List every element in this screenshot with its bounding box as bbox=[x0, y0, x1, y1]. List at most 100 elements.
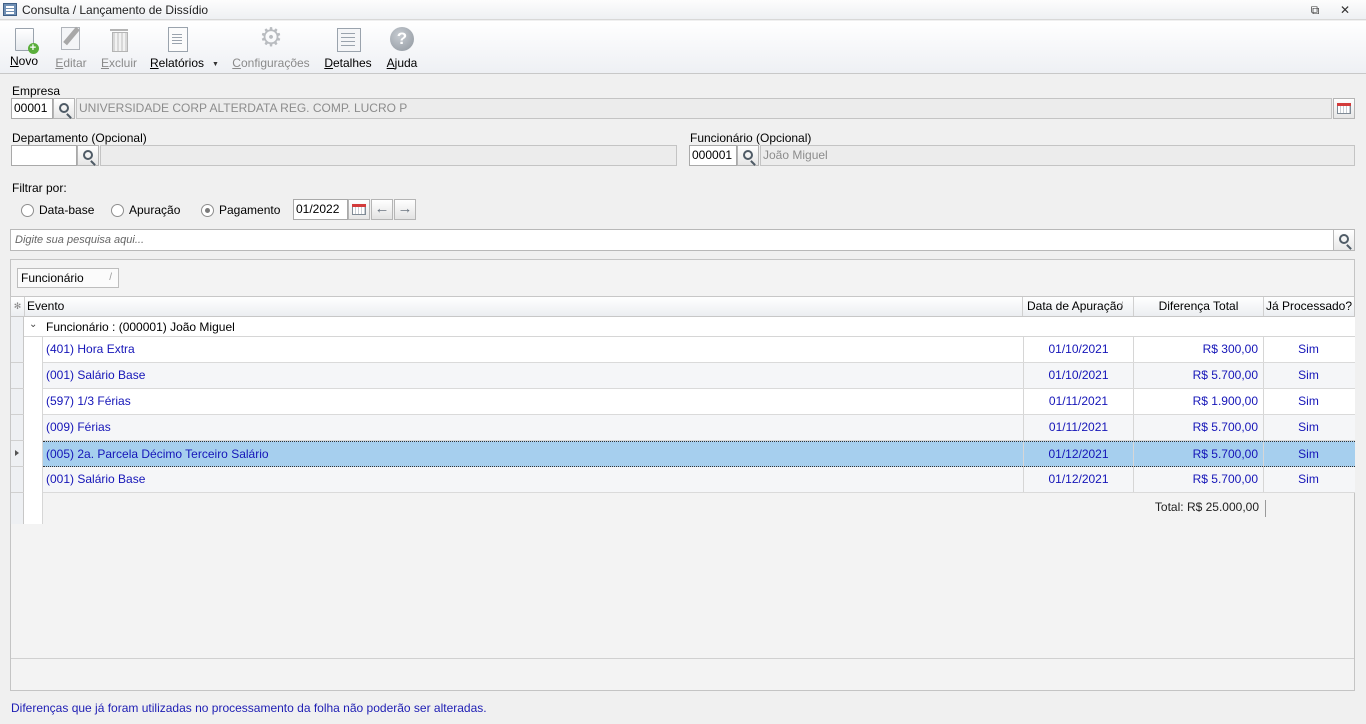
excluir-label: Excluir bbox=[100, 56, 138, 70]
row-indicator[interactable] bbox=[11, 415, 25, 441]
next-period-button[interactable]: → bbox=[394, 199, 416, 220]
radio-circle[interactable] bbox=[21, 204, 34, 217]
gear-icon bbox=[258, 23, 284, 53]
radio-circle[interactable] bbox=[111, 204, 124, 217]
configuracoes-button[interactable]: Configurações bbox=[230, 23, 312, 71]
radio-circle[interactable] bbox=[201, 204, 214, 217]
search-icon bbox=[1339, 234, 1349, 244]
cell-evento: (001) Salário Base bbox=[46, 368, 146, 382]
row-indicator-selected[interactable] bbox=[11, 441, 25, 467]
table-row[interactable]: (009) Férias 01/11/2021 R$ 5.700,00 Sim bbox=[43, 415, 1355, 441]
cell-data: 01/12/2021 bbox=[1023, 467, 1133, 492]
ajuda-label: Ajuda bbox=[386, 56, 418, 70]
empresa-name-field: UNIVERSIDADE CORP ALTERDATA REG. COMP. L… bbox=[76, 98, 1332, 119]
panel-divider bbox=[11, 658, 1354, 659]
cell-diferenca: R$ 5.700,00 bbox=[1133, 415, 1263, 440]
empresa-code-input[interactable]: 00001 bbox=[11, 98, 53, 119]
calendar-button[interactable] bbox=[348, 199, 370, 220]
chevron-down-icon[interactable]: ⌄ bbox=[29, 319, 37, 330]
window-title: Consulta / Lançamento de Dissídio bbox=[22, 3, 209, 17]
window-browse-icon bbox=[1337, 103, 1351, 114]
calendar-icon bbox=[352, 204, 366, 215]
cell-data: 01/10/2021 bbox=[1023, 337, 1133, 362]
grid-footer: Total: R$ 25.000,00 bbox=[43, 493, 1355, 521]
table-row[interactable]: (597) 1/3 Férias 01/11/2021 R$ 1.900,00 … bbox=[43, 389, 1355, 415]
grid-indicator-header[interactable]: ✻ bbox=[11, 297, 25, 316]
title-bar: Consulta / Lançamento de Dissídio ⧉ ✕ bbox=[0, 0, 1366, 20]
cell-diferenca: R$ 1.900,00 bbox=[1133, 389, 1263, 414]
cell-processado: Sim bbox=[1263, 467, 1353, 492]
cell-evento: (597) 1/3 Férias bbox=[46, 394, 131, 408]
column-ja-processado[interactable]: Já Processado? bbox=[1264, 297, 1354, 316]
column-data-apuracao-label: Data de Apuração bbox=[1027, 299, 1124, 313]
close-window-icon[interactable]: ✕ bbox=[1336, 2, 1354, 18]
cell-data: 01/11/2021 bbox=[1023, 415, 1133, 440]
row-indicator[interactable] bbox=[11, 389, 25, 415]
row-indicator[interactable] bbox=[11, 337, 25, 363]
cell-data: 01/10/2021 bbox=[1023, 363, 1133, 388]
search-icon bbox=[743, 150, 753, 160]
detalhes-label: Detalhes bbox=[324, 56, 372, 70]
novo-button[interactable]: Novo bbox=[6, 25, 42, 71]
cell-processado: Sim bbox=[1263, 442, 1353, 467]
empresa-browse-button[interactable] bbox=[1333, 98, 1355, 119]
excluir-button[interactable]: Excluir bbox=[99, 25, 139, 71]
cell-processado: Sim bbox=[1263, 363, 1353, 388]
funcionario-code-input[interactable]: 000001 bbox=[689, 145, 737, 166]
previous-period-button[interactable]: ← bbox=[371, 199, 393, 220]
funcionario-search-button[interactable] bbox=[737, 145, 759, 166]
column-data-apuracao[interactable]: Data de Apuração / bbox=[1024, 297, 1134, 316]
relatorios-label: Relatórios bbox=[149, 56, 205, 70]
row-indicator[interactable] bbox=[11, 363, 25, 389]
editar-button[interactable]: Editar bbox=[51, 25, 91, 71]
novo-label: Novo bbox=[9, 54, 39, 68]
restore-window-icon[interactable]: ⧉ bbox=[1306, 2, 1324, 18]
search-placeholder: Digite sua pesquisa aqui... bbox=[15, 234, 145, 246]
detalhes-button[interactable]: Detalhes bbox=[323, 25, 373, 71]
report-icon bbox=[164, 25, 190, 53]
table-row[interactable]: (001) Salário Base 01/10/2021 R$ 5.700,0… bbox=[43, 363, 1355, 389]
empresa-search-button[interactable] bbox=[53, 98, 75, 119]
period-input[interactable]: 01/2022 bbox=[293, 199, 348, 220]
cell-diferenca: R$ 5.700,00 bbox=[1133, 442, 1263, 467]
table-row-selected[interactable]: (005) 2a. Parcela Décimo Terceiro Salári… bbox=[43, 441, 1355, 467]
cell-processado: Sim bbox=[1263, 337, 1353, 362]
radio-pagamento-label: Pagamento bbox=[219, 203, 281, 217]
arrow-right-icon: → bbox=[397, 200, 413, 217]
cell-diferenca: R$ 5.700,00 bbox=[1133, 467, 1263, 492]
toolbar: Novo Editar Excluir Relatórios ▼ Configu… bbox=[0, 21, 1366, 74]
group-by-chip[interactable]: Funcionário / bbox=[17, 268, 119, 288]
group-row[interactable]: ⌄ Funcionário : (000001) João Miguel bbox=[24, 317, 1355, 337]
grid-search-button[interactable] bbox=[1333, 230, 1354, 250]
cell-data: 01/12/2021 bbox=[1023, 442, 1133, 467]
cell-evento: (005) 2a. Parcela Décimo Terceiro Salári… bbox=[46, 447, 269, 461]
arrow-left-icon: ← bbox=[374, 200, 390, 217]
new-document-icon bbox=[14, 28, 39, 54]
column-evento[interactable]: Evento bbox=[25, 297, 1023, 316]
cell-evento: (009) Férias bbox=[46, 420, 111, 434]
table-row[interactable]: (401) Hora Extra 01/10/2021 R$ 300,00 Si… bbox=[43, 337, 1355, 363]
departamento-code-input[interactable] bbox=[11, 145, 77, 166]
total-summary: Total: R$ 25.000,00 bbox=[1155, 500, 1266, 517]
cell-evento: (401) Hora Extra bbox=[46, 342, 135, 356]
funcionario-name-field: João Miguel bbox=[760, 145, 1355, 166]
departamento-label: Departamento (Opcional) bbox=[12, 131, 147, 145]
ajuda-button[interactable]: Ajuda bbox=[384, 25, 420, 71]
relatorios-button[interactable]: Relatórios bbox=[148, 25, 206, 71]
cell-processado: Sim bbox=[1263, 415, 1353, 440]
table-row[interactable]: (001) Salário Base 01/12/2021 R$ 5.700,0… bbox=[43, 467, 1355, 493]
grid-search-bar[interactable]: Digite sua pesquisa aqui... bbox=[10, 229, 1355, 251]
row-indicator[interactable] bbox=[11, 467, 25, 493]
events-grid: ✻ Evento Data de Apuração / Diferença To… bbox=[10, 296, 1355, 526]
filtrar-label: Filtrar por: bbox=[12, 181, 67, 195]
app-icon bbox=[3, 3, 17, 16]
column-diferenca-total[interactable]: Diferença Total bbox=[1134, 297, 1264, 316]
trash-icon bbox=[106, 25, 132, 53]
radio-data-base-label: Data-base bbox=[39, 203, 95, 217]
group-indent-column bbox=[24, 317, 43, 524]
help-icon bbox=[389, 25, 415, 53]
relatorios-dropdown-icon[interactable]: ▼ bbox=[212, 61, 219, 68]
departamento-search-button[interactable] bbox=[77, 145, 99, 166]
funcionario-label: Funcionário (Opcional) bbox=[690, 131, 812, 145]
search-icon bbox=[83, 150, 93, 160]
